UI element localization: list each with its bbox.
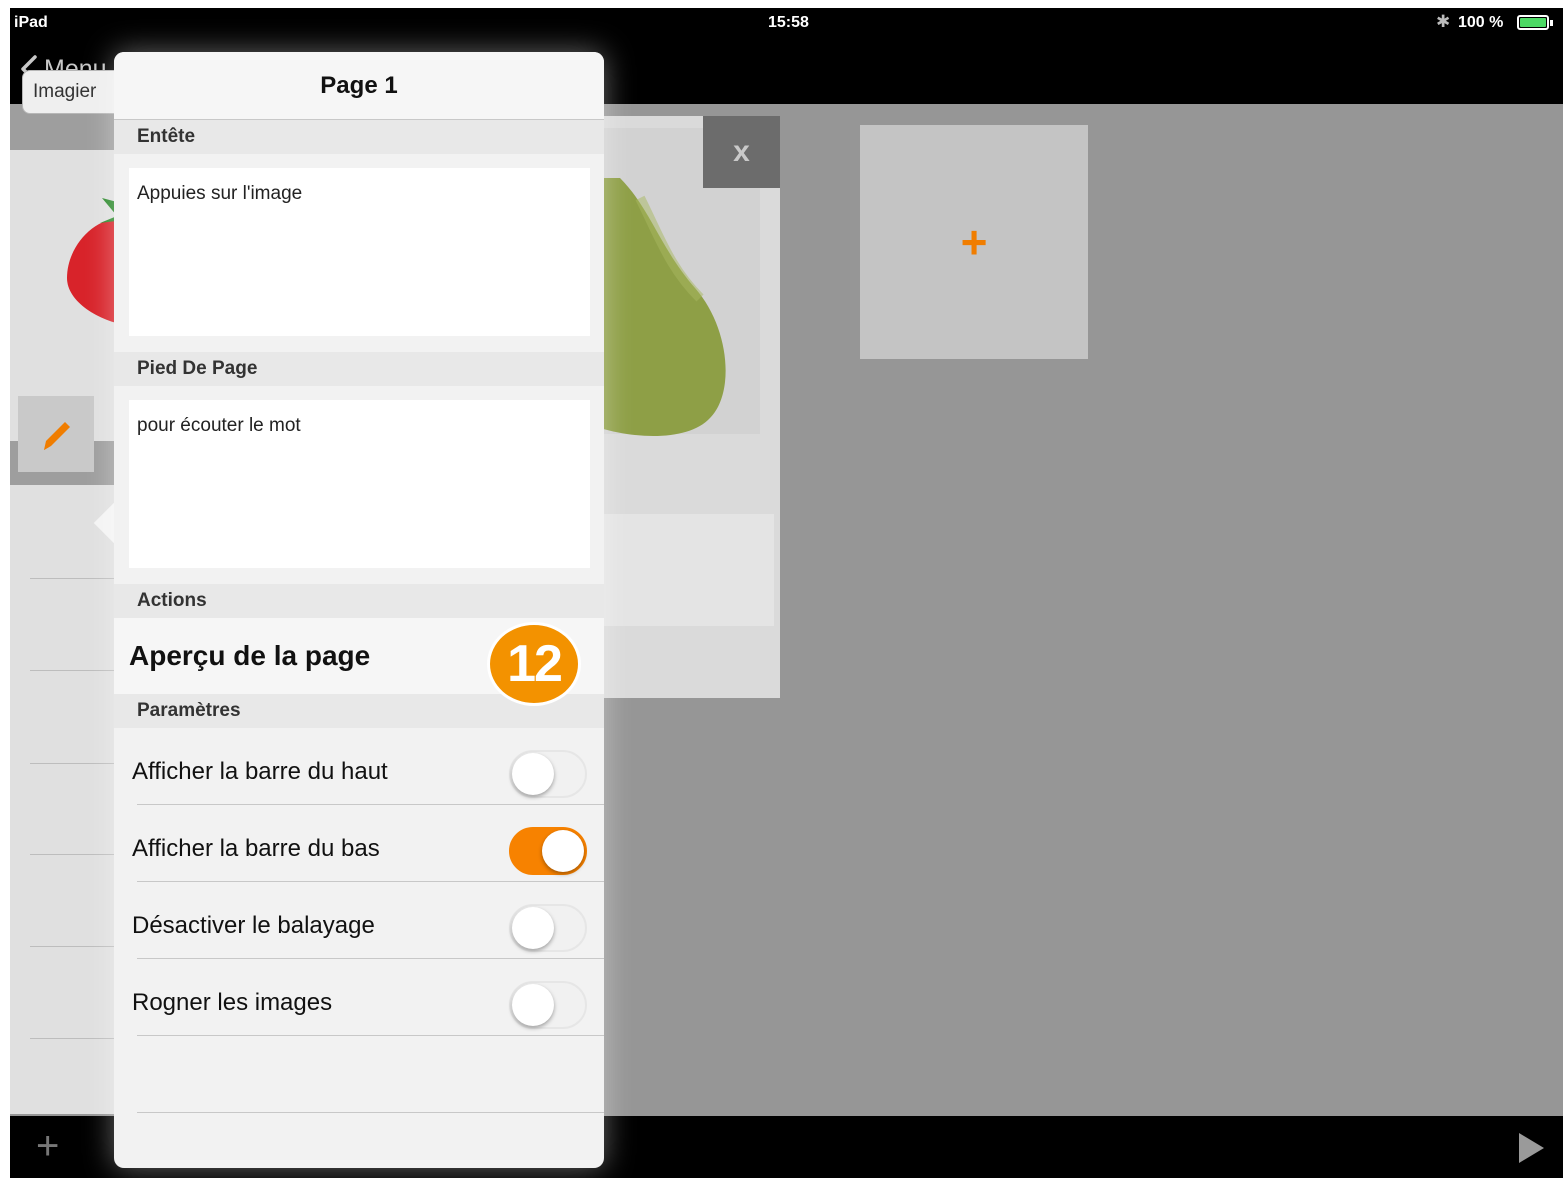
setting-label: Afficher la barre du haut — [132, 758, 388, 785]
close-button[interactable]: x — [703, 116, 780, 188]
toggle-knob — [542, 830, 584, 872]
pencil-icon — [44, 422, 70, 450]
close-label: x — [733, 135, 750, 168]
add-icon[interactable]: + — [36, 1124, 59, 1169]
status-bar: iPad 15:58 ✱ 100 % — [10, 8, 1563, 38]
top-bar-toggle[interactable] — [509, 750, 587, 798]
battery-percent: 100 % — [1458, 14, 1504, 31]
preview-page-button[interactable]: Aperçu de la page 12 — [114, 618, 604, 706]
toggle-knob — [512, 753, 554, 795]
footer-text-field[interactable]: pour écouter le mot — [129, 400, 590, 568]
toggle-knob — [512, 907, 554, 949]
play-icon[interactable] — [1519, 1133, 1544, 1163]
device-name: iPad — [14, 14, 48, 31]
setting-label: Afficher la barre du bas — [132, 835, 380, 862]
battery-icon — [1517, 15, 1549, 30]
disable-swipe-toggle[interactable] — [509, 904, 587, 952]
add-page-button[interactable]: + — [860, 125, 1088, 359]
section-header-actions: Actions — [114, 584, 604, 618]
card-text-area — [590, 514, 774, 626]
imagier-select-label: Imagier — [33, 81, 97, 102]
popover-title: Page 1 — [114, 52, 604, 120]
setting-label: Désactiver le balayage — [132, 912, 375, 939]
ipad-screen: iPad 15:58 ✱ 100 % Menu Imagier x + + Pa… — [10, 8, 1563, 1178]
setting-row-top-bar: Afficher la barre du haut — [114, 728, 604, 805]
section-header-entete: Entête — [114, 120, 604, 154]
plus-icon: + — [960, 216, 988, 268]
setting-row-crop-images: Rogner les images — [114, 959, 604, 1036]
empty-row — [114, 1036, 604, 1113]
crop-images-toggle[interactable] — [509, 981, 587, 1029]
page-settings-popover: Page 1 Entête Appuies sur l'image Pied D… — [114, 52, 604, 1168]
battery-tip — [1550, 20, 1553, 26]
pear-image — [600, 178, 726, 437]
step-badge: 12 — [487, 622, 581, 706]
preview-page-label: Aperçu de la page — [129, 640, 371, 671]
setting-row-bottom-bar: Afficher la barre du bas — [114, 805, 604, 882]
header-text-field[interactable]: Appuies sur l'image — [129, 168, 590, 336]
status-time: 15:58 — [768, 14, 809, 31]
bluetooth-icon: ✱ — [1436, 12, 1451, 31]
setting-label: Rogner les images — [132, 989, 333, 1016]
setting-row-disable-swipe: Désactiver le balayage — [114, 882, 604, 959]
bottom-bar-toggle[interactable] — [509, 827, 587, 875]
section-header-pied-de-page: Pied De Page — [114, 352, 604, 386]
edit-button[interactable] — [18, 396, 94, 472]
toggle-knob — [512, 984, 554, 1026]
